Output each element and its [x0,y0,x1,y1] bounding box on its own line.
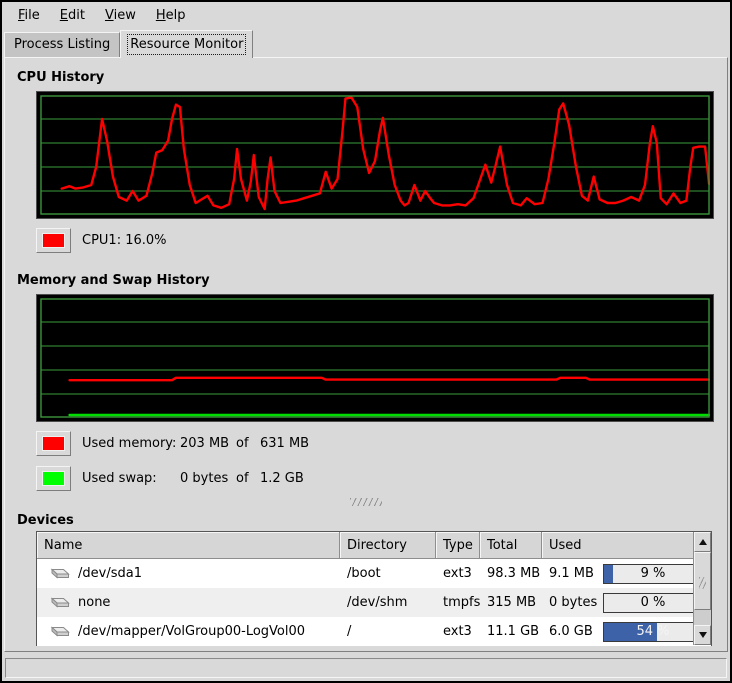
used-memory-total: 631 MB [260,436,309,451]
device-usage-progressbar: 54 % [603,622,703,642]
system-monitor-window: { "menu": { "items": [ {"label": "File"}… [0,0,732,683]
device-type: ext3 [436,624,480,639]
used-swap-label: Used swap: [82,471,180,486]
devices-table-body: /dev/sda1/bootext398.3 MB9.1 MB9 % none/… [37,559,711,646]
column-header-directory[interactable]: Directory [340,532,436,559]
used-swap-color-swatch [42,471,65,486]
device-type: ext3 [436,566,480,581]
device-total: 98.3 MB [480,566,542,581]
device-directory: /boot [340,566,436,581]
device-directory: /dev/shm [340,595,436,610]
used-memory-of: of [236,436,260,451]
device-used-cell: 9.1 MB 9 % [542,564,711,584]
device-name: none [37,595,340,610]
used-memory-color-swatch-button[interactable] [36,431,71,456]
disk-drive-icon [49,624,71,639]
used-swap-of: of [236,471,260,486]
device-row[interactable]: /dev/mapper/VolGroup00-LogVol00 /ext311.1… [37,617,711,646]
device-row[interactable]: /dev/sda1/bootext398.3 MB 9.1 MB 9 % [37,559,711,588]
column-header-name[interactable]: Name [37,532,340,559]
menu-bar: FileEditViewHelp [2,2,730,29]
menu-help[interactable]: Help [146,5,196,27]
tab-strip: Process Listing Resource Monitor [2,29,730,57]
device-row[interactable]: none/dev/shmtmpfs315 MB 0 bytes 0 % [37,588,711,617]
device-name-text: /dev/sda1 [78,566,142,581]
device-name-text: none [78,595,110,610]
used-memory-value: 203 MB [180,436,236,451]
column-header-type[interactable]: Type [436,532,480,559]
tab-resource-monitor[interactable]: Resource Monitor [120,30,253,58]
devices-table: NameDirectoryTypeTotalUsed /dev/sda1/boo… [36,531,712,646]
status-bar [5,658,727,678]
tab-process-listing[interactable]: Process Listing [4,32,120,57]
cpu-history-plot [40,95,710,215]
menu-file[interactable]: File [8,5,50,27]
tab-resource-monitor-label: Resource Monitor [130,37,243,52]
menu-edit[interactable]: Edit [50,5,95,27]
device-directory: / [340,624,436,639]
column-header-total[interactable]: Total [480,532,542,559]
scrollbar-down-button[interactable] [694,625,711,645]
device-used-cell: 6.0 GB 54 % [542,622,711,642]
device-name: /dev/mapper/VolGroup00-LogVol00 [37,624,340,639]
device-used-cell: 0 bytes 0 % [542,593,711,613]
memory-swap-plot [40,298,710,418]
device-usage-percent-label: 54 % [604,623,702,641]
disk-drive-icon [49,566,71,581]
device-used-text: 9.1 MB [549,566,594,581]
device-total: 315 MB [480,595,542,610]
scrollbar-up-button[interactable] [694,532,711,552]
tab-process-listing-label: Process Listing [14,37,110,52]
device-usage-percent-label: 9 % [604,565,702,583]
device-total: 11.1 GB [480,624,542,639]
used-memory-label: Used memory: [82,436,180,451]
used-swap-total: 1.2 GB [260,471,304,486]
cpu1-color-swatch [42,233,65,248]
cpu-legend-row: CPU1: 16.0% [36,228,727,253]
pane-resize-grip[interactable] [350,498,382,506]
used-memory-color-swatch [42,436,65,451]
memory-swap-history-graph [36,294,714,422]
arrow-up-icon [699,539,707,545]
device-type: tmpfs [436,595,480,610]
cpu1-usage-label: CPU1: 16.0% [82,233,167,248]
used-memory-legend-row: Used memory: 203 MB of 631 MB [36,431,727,456]
used-swap-legend-row: Used swap: 0 bytes of 1.2 GB [36,466,727,491]
column-header-used[interactable]: Used [542,532,711,559]
cpu1-color-swatch-button[interactable] [36,228,71,253]
device-usage-progressbar: 0 % [603,593,703,613]
device-usage-progressbar: 9 % [603,564,703,584]
menu-view[interactable]: View [95,5,146,27]
arrow-down-icon [699,632,707,638]
used-swap-value: 0 bytes [180,471,236,486]
devices-vertical-scrollbar[interactable] [693,532,711,645]
device-used-text: 0 bytes [549,595,597,610]
cpu-history-graph [36,91,714,219]
disk-drive-icon [49,595,71,610]
used-swap-color-swatch-button[interactable] [36,466,71,491]
devices-table-header: NameDirectoryTypeTotalUsed [37,532,711,559]
scrollbar-thumb[interactable] [694,552,711,610]
device-name: /dev/sda1 [37,566,340,581]
devices-title: Devices [17,513,727,528]
device-usage-percent-label: 0 % [604,594,702,612]
device-name-text: /dev/mapper/VolGroup00-LogVol00 [78,624,305,639]
cpu-history-title: CPU History [17,70,727,85]
resource-monitor-page: CPU History CPU1: 16.0% Memory and Swap … [4,57,728,652]
device-used-text: 6.0 GB [549,624,593,639]
memory-swap-history-title: Memory and Swap History [17,273,727,288]
